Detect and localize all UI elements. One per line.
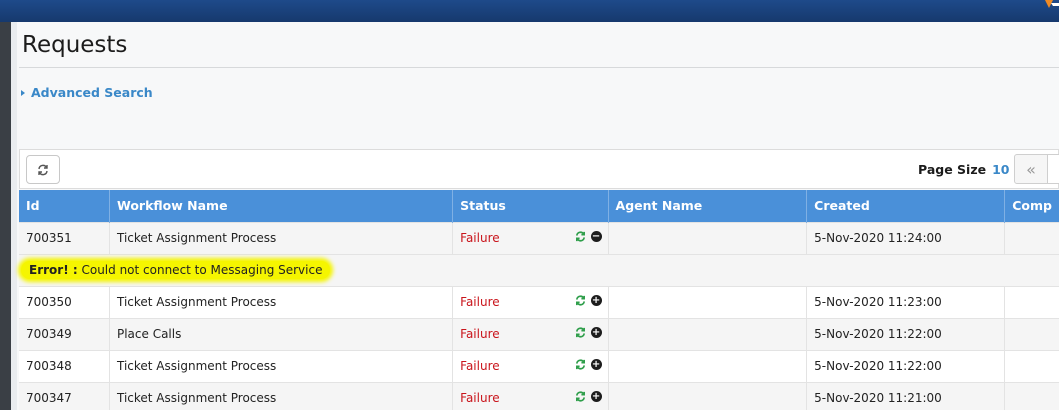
minus-circle-icon[interactable]: − (590, 230, 602, 242)
plus-circle-icon[interactable]: + (590, 358, 602, 370)
cell-status: Failure + (452, 317, 609, 350)
col-header-completed[interactable]: Comp (1004, 190, 1059, 222)
page-size-control[interactable]: Page Size 10 (918, 162, 1010, 177)
advanced-search-toggle[interactable]: Advanced Search (21, 85, 153, 100)
col-header-id[interactable]: Id (19, 190, 110, 222)
cell-created: 5-Nov-2020 11:21:00 (806, 381, 1006, 410)
title-divider (19, 67, 1059, 68)
cell-status: Failure + (452, 285, 609, 318)
cell-created: 5-Nov-2020 11:23:00 (806, 285, 1006, 318)
prev-page-button[interactable] (1048, 154, 1059, 184)
table-row[interactable]: 700350 Ticket Assignment Process Failure… (19, 285, 1059, 318)
refresh-button[interactable] (26, 155, 60, 184)
cell-completed (1004, 221, 1059, 254)
advanced-search-label: Advanced Search (31, 85, 153, 100)
cell-workflow-name: Ticket Assignment Process (109, 381, 454, 410)
error-message: Error! : Could not connect to Messaging … (21, 261, 331, 279)
status-text: Failure (460, 359, 500, 373)
cell-id: 700347 (19, 381, 110, 410)
brand-logo-icon (1045, 0, 1059, 8)
cell-workflow-name: Ticket Assignment Process (109, 221, 454, 254)
col-header-created[interactable]: Created (806, 190, 1006, 222)
cell-completed (1004, 285, 1059, 318)
cell-id: 700350 (19, 285, 110, 318)
retry-icon[interactable] (575, 295, 586, 306)
page-size-value[interactable]: 10 (992, 162, 1009, 177)
status-text: Failure (460, 231, 500, 245)
retry-icon[interactable] (575, 391, 586, 402)
cell-workflow-name: Ticket Assignment Process (109, 285, 454, 318)
cell-status: Failure − (452, 221, 609, 254)
error-detail-row: Error! : Could not connect to Messaging … (19, 253, 1059, 286)
col-header-status[interactable]: Status (452, 190, 609, 222)
status-text: Failure (460, 391, 500, 406)
table-row[interactable]: 700347 Ticket Assignment Process Failure… (19, 381, 1059, 410)
error-cell: Error! : Could not connect to Messaging … (19, 253, 1059, 286)
grid-toolbar: Page Size 10 « (19, 149, 1059, 189)
col-header-agent-name[interactable]: Agent Name (608, 190, 808, 222)
cell-status: Failure + (452, 381, 609, 410)
cell-completed (1004, 381, 1059, 410)
plus-circle-icon[interactable]: + (590, 294, 602, 306)
cell-workflow-name: Place Calls (109, 317, 454, 350)
caret-right-icon (21, 89, 25, 96)
cell-agent-name (608, 221, 808, 254)
requests-table: Id Workflow Name Status Agent Name Creat… (19, 190, 1059, 410)
cell-workflow-name: Ticket Assignment Process (109, 349, 454, 382)
cell-created: 5-Nov-2020 11:22:00 (806, 317, 1006, 350)
cell-id: 700348 (19, 349, 110, 382)
cell-completed (1004, 349, 1059, 382)
retry-icon[interactable] (575, 327, 586, 338)
top-nav-bar (0, 0, 1059, 22)
retry-icon[interactable] (575, 231, 586, 242)
table-row[interactable]: 700351 Ticket Assignment Process Failure… (19, 221, 1059, 254)
plus-circle-icon[interactable]: + (590, 390, 602, 402)
page-title: Requests (22, 32, 128, 58)
table-row[interactable]: 700348 Ticket Assignment Process Failure… (19, 349, 1059, 382)
cell-agent-name (608, 381, 808, 410)
cell-created: 5-Nov-2020 11:24:00 (806, 221, 1006, 254)
page-size-label: Page Size (918, 162, 987, 177)
col-header-workflow-name[interactable]: Workflow Name (109, 190, 454, 222)
status-text: Failure (460, 295, 500, 309)
cell-id: 700349 (19, 317, 110, 350)
cell-agent-name (608, 349, 808, 382)
error-prefix: Error! : (29, 263, 78, 277)
cell-created: 5-Nov-2020 11:22:00 (806, 349, 1006, 382)
table-header-row: Id Workflow Name Status Agent Name Creat… (19, 190, 1059, 222)
retry-icon[interactable] (575, 359, 586, 370)
cell-completed (1004, 317, 1059, 350)
cell-agent-name (608, 285, 808, 318)
table-row[interactable]: 700349 Place Calls Failure + 5-Nov-2020 … (19, 317, 1059, 350)
plus-circle-icon[interactable]: + (590, 326, 602, 338)
side-rail (0, 22, 11, 410)
status-text: Failure (460, 327, 500, 341)
side-rail-inner (11, 22, 17, 410)
error-text: Could not connect to Messaging Service (77, 263, 323, 277)
refresh-icon (38, 164, 48, 175)
cell-status: Failure + (452, 349, 609, 382)
cell-id: 700351 (19, 221, 110, 254)
cell-agent-name (608, 317, 808, 350)
first-page-button[interactable]: « (1014, 154, 1048, 184)
